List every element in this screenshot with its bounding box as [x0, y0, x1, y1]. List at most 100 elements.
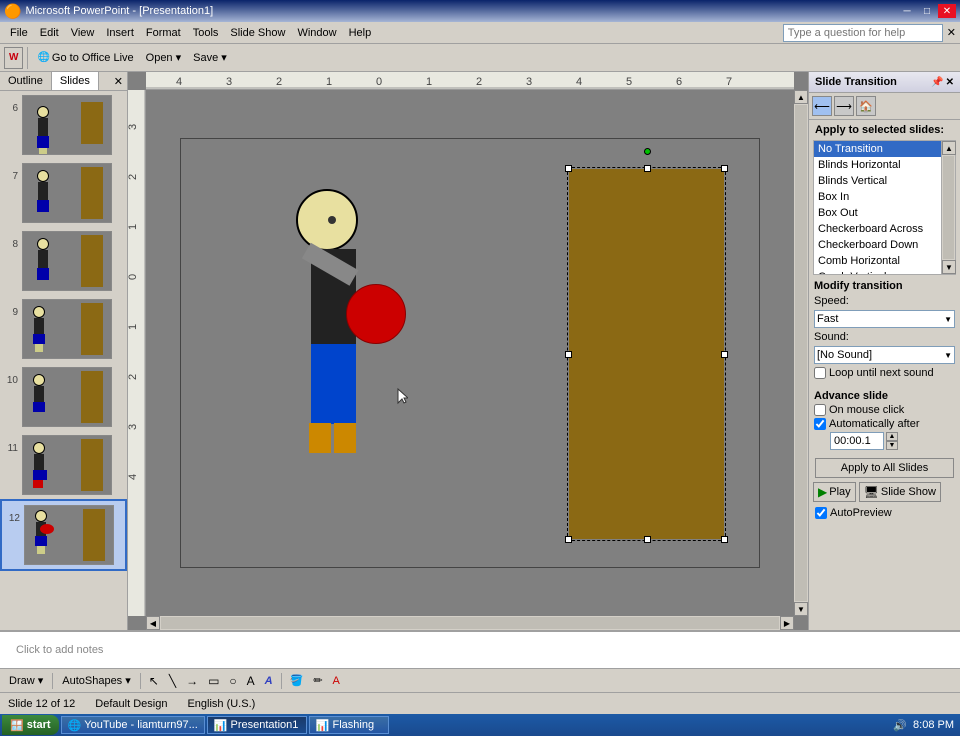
trans-tb-icon3[interactable]: 🏠	[856, 96, 876, 116]
hscroll-left-button[interactable]: ◀	[146, 616, 160, 630]
slide-thumb-9[interactable]: 9	[0, 295, 127, 363]
autopreview-checkbox[interactable]	[815, 507, 827, 519]
handle-bm[interactable]	[644, 536, 651, 543]
start-button[interactable]: 🪟 start	[2, 715, 59, 735]
trans-item-no-transition[interactable]: No Transition	[814, 141, 941, 157]
trans-tb-icon2[interactable]: ⟶	[834, 96, 854, 116]
trans-tb-icon1[interactable]: ⟵	[812, 96, 832, 116]
svg-text:4: 4	[176, 76, 182, 88]
menu-format[interactable]: Format	[140, 25, 187, 41]
taskbar-flashing[interactable]: 📊 Flashing	[309, 716, 389, 734]
trans-item-blinds-v[interactable]: Blinds Vertical	[814, 173, 941, 189]
handle-tr[interactable]	[721, 165, 728, 172]
slide-thumb-7[interactable]: 7	[0, 159, 127, 227]
slide-thumb-10[interactable]: 10	[0, 363, 127, 431]
titlebar-title: Microsoft PowerPoint - [Presentation1]	[25, 5, 213, 17]
sound-dropdown[interactable]: [No Sound] ▼	[814, 346, 955, 364]
fill-color-button[interactable]: 🪣	[286, 672, 308, 690]
go-to-office-live-button[interactable]: 🌐 Go to Office Live	[32, 47, 138, 69]
menu-help[interactable]: Help	[343, 25, 378, 41]
menu-edit[interactable]: Edit	[34, 25, 65, 41]
slide-thumb-11[interactable]: 11	[0, 431, 127, 499]
line-color-button[interactable]: ✏	[309, 672, 326, 690]
slide-thumb-8[interactable]: 8	[0, 227, 127, 295]
panel-close-icon[interactable]: ✕	[946, 77, 954, 88]
trans-scroll-down[interactable]: ▼	[942, 260, 956, 274]
search-close-icon[interactable]: ✕	[947, 26, 956, 39]
menu-tools[interactable]: Tools	[187, 25, 225, 41]
ellipse-tool[interactable]: ○	[225, 672, 240, 690]
rect-tool[interactable]: ▭	[204, 672, 223, 690]
trans-item-comb-h[interactable]: Comb Horizontal	[814, 253, 941, 269]
apply-all-button[interactable]: Apply to All Slides	[815, 458, 954, 478]
slide-thumb-12[interactable]: 12	[0, 499, 127, 571]
canvas-hscrollbar[interactable]: ◀ ▶	[146, 616, 794, 630]
draw-button[interactable]: Draw ▾	[4, 672, 48, 690]
menu-window[interactable]: Window	[291, 25, 342, 41]
time-spin-down[interactable]: ▼	[886, 441, 898, 450]
open-button[interactable]: Open ▾	[141, 47, 187, 69]
autoshapes-button[interactable]: AutoShapes ▾	[57, 672, 136, 690]
trans-item-checker-down[interactable]: Checkerboard Down	[814, 237, 941, 253]
menu-file[interactable]: File	[4, 25, 34, 41]
handle-tl[interactable]	[565, 165, 572, 172]
handle-ml[interactable]	[565, 351, 572, 358]
play-button[interactable]: ▶ Play	[813, 482, 856, 502]
panel-pin-icon[interactable]: 📌	[931, 77, 943, 88]
trans-item-comb-v[interactable]: Comb Vertical	[814, 269, 941, 275]
mouse-click-checkbox[interactable]	[814, 404, 826, 416]
transition-panel-header: Slide Transition 📌 ✕	[809, 72, 960, 93]
minimize-button[interactable]: ─	[898, 4, 916, 18]
vscroll-down-button[interactable]: ▼	[794, 602, 808, 616]
handle-bl[interactable]	[565, 536, 572, 543]
save-button[interactable]: Save ▾	[188, 47, 232, 69]
office-icon[interactable]: W	[4, 47, 23, 69]
trans-item-box-out[interactable]: Box Out	[814, 205, 941, 221]
maximize-button[interactable]: □	[918, 4, 936, 18]
search-input[interactable]	[783, 24, 943, 42]
canvas-vscrollbar[interactable]: ▲ ▼	[794, 90, 808, 616]
slide-content[interactable]	[180, 138, 760, 568]
loop-checkbox[interactable]	[814, 367, 826, 379]
time-spin-up[interactable]: ▲	[886, 432, 898, 441]
tab-slides[interactable]: Slides	[52, 72, 99, 90]
menu-slideshow[interactable]: Slide Show	[224, 25, 291, 41]
time-input[interactable]: 00:00.1	[830, 432, 884, 450]
rotation-handle[interactable]	[644, 148, 651, 155]
notes-bar[interactable]: Click to add notes	[0, 630, 960, 668]
hscroll-right-button[interactable]: ▶	[780, 616, 794, 630]
line-tool[interactable]: ╲	[165, 672, 180, 690]
arrow-tool[interactable]: →	[182, 672, 202, 690]
menu-view[interactable]: View	[65, 25, 101, 41]
trans-item-checker-across[interactable]: Checkerboard Across	[814, 221, 941, 237]
trans-item-box-in[interactable]: Box In	[814, 189, 941, 205]
transition-list: No Transition Blinds Horizontal Blinds V…	[813, 140, 942, 275]
cursor-tool[interactable]: ↖	[145, 672, 163, 690]
slideshow-button[interactable]: 🖥 Slide Show	[859, 482, 941, 502]
trans-scroll-up[interactable]: ▲	[942, 141, 956, 155]
trans-list-scrollbar[interactable]: ▲ ▼	[942, 140, 956, 275]
menu-insert[interactable]: Insert	[100, 25, 140, 41]
auto-after-checkbox[interactable]	[814, 418, 826, 430]
wordart-tool[interactable]: A	[261, 672, 277, 690]
handle-mr[interactable]	[721, 351, 728, 358]
trans-scroll-thumb[interactable]	[943, 156, 954, 259]
sound-row: Sound:	[814, 331, 955, 343]
vscroll-thumb[interactable]	[795, 105, 807, 601]
close-button[interactable]: ✕	[938, 4, 956, 18]
taskbar-presentation1[interactable]: 📊 Presentation1	[207, 716, 307, 734]
trans-item-blinds-h[interactable]: Blinds Horizontal	[814, 157, 941, 173]
autopreview-row: AutoPreview	[809, 504, 960, 522]
textbox-tool[interactable]: A	[243, 672, 259, 690]
taskbar-youtube[interactable]: 🌐 YouTube - liamturn97...	[61, 716, 205, 734]
tab-outline[interactable]: Outline	[0, 72, 52, 90]
hscroll-thumb[interactable]	[161, 617, 779, 629]
handle-br[interactable]	[721, 536, 728, 543]
handle-tm[interactable]	[644, 165, 651, 172]
slide-thumb-6[interactable]: 6	[0, 91, 127, 159]
titlebar: 🟠 Microsoft PowerPoint - [Presentation1]…	[0, 0, 960, 22]
vscroll-up-button[interactable]: ▲	[794, 90, 808, 104]
font-color-button[interactable]: A	[329, 672, 344, 690]
slides-panel-close[interactable]: ✕	[110, 73, 127, 90]
speed-dropdown[interactable]: Fast ▼	[814, 310, 955, 328]
